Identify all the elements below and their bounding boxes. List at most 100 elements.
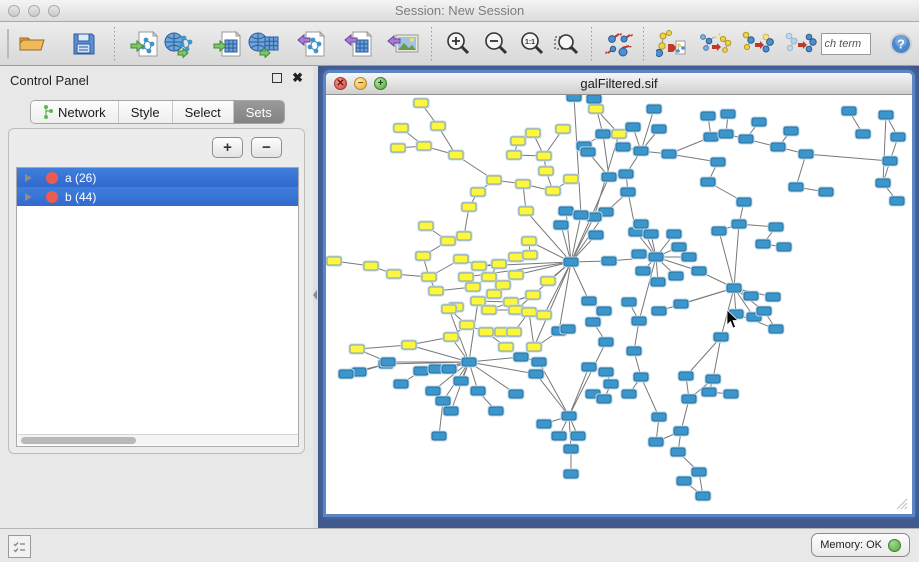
graph-node-blue[interactable] (622, 390, 636, 398)
task-history-button[interactable] (8, 535, 31, 558)
set-list-item[interactable]: b (44) (17, 187, 298, 206)
search-input[interactable] (821, 33, 871, 55)
graph-node-blue[interactable] (652, 125, 666, 133)
network-window-minimize-icon[interactable]: − (354, 77, 367, 90)
graph-node-blue[interactable] (669, 272, 683, 280)
graph-node-blue[interactable] (769, 223, 783, 231)
graph-node-yellow[interactable] (471, 188, 485, 196)
graph-node-yellow[interactable] (519, 207, 533, 215)
graph-node-yellow[interactable] (546, 187, 560, 195)
graph-node-yellow[interactable] (526, 291, 540, 299)
tab-sets[interactable]: Sets (234, 101, 284, 123)
tab-select[interactable]: Select (173, 101, 234, 123)
network-window-close-icon[interactable]: ✕ (334, 77, 347, 90)
graph-node-blue[interactable] (662, 150, 676, 158)
graph-node-yellow[interactable] (516, 180, 530, 188)
collapse-arrow-icon[interactable] (313, 290, 317, 300)
add-set-button[interactable]: + (212, 137, 243, 158)
graph-node-yellow[interactable] (539, 167, 553, 175)
network-graph[interactable] (326, 95, 910, 512)
graph-node-blue[interactable] (667, 230, 681, 238)
graph-node-yellow[interactable] (482, 273, 496, 281)
graph-node-blue[interactable] (432, 432, 446, 440)
open-session-button[interactable] (15, 27, 48, 61)
graph-node-blue[interactable] (712, 227, 726, 235)
graph-node-yellow[interactable] (509, 271, 523, 279)
graph-node-yellow[interactable] (444, 333, 458, 341)
graph-node-yellow[interactable] (449, 151, 463, 159)
select-first-neighbors-button[interactable] (698, 27, 732, 61)
graph-node-yellow[interactable] (457, 232, 471, 240)
graph-node-blue[interactable] (644, 230, 658, 238)
graph-node-yellow[interactable] (431, 122, 445, 130)
graph-node-yellow[interactable] (416, 252, 430, 260)
graph-node-blue[interactable] (564, 445, 578, 453)
graph-node-blue[interactable] (537, 420, 551, 428)
graph-node-blue[interactable] (509, 390, 523, 398)
graph-node-yellow[interactable] (541, 277, 555, 285)
export-image-button[interactable] (386, 27, 419, 61)
graph-node-yellow[interactable] (387, 270, 401, 278)
graph-node-blue[interactable] (604, 380, 618, 388)
expand-selection-button[interactable] (741, 27, 775, 61)
graph-node-blue[interactable] (552, 432, 566, 440)
graph-node-blue[interactable] (559, 207, 573, 215)
sets-list[interactable]: a (26)b (44) (16, 167, 299, 447)
tab-network[interactable]: Network (31, 101, 119, 123)
window-close-button[interactable] (8, 5, 20, 17)
memory-status-button[interactable]: Memory: OK (811, 533, 910, 557)
graph-node-blue[interactable] (757, 307, 771, 315)
graph-node-blue[interactable] (719, 130, 733, 138)
graph-node-blue[interactable] (529, 370, 543, 378)
graph-node-blue[interactable] (876, 179, 890, 187)
graph-node-blue[interactable] (561, 325, 575, 333)
graph-node-yellow[interactable] (441, 237, 455, 245)
graph-node-yellow[interactable] (496, 281, 510, 289)
graph-node-blue[interactable] (602, 257, 616, 265)
zoom-out-button[interactable] (479, 27, 512, 61)
graph-node-blue[interactable] (587, 95, 601, 103)
graph-node-blue[interactable] (442, 365, 456, 373)
export-table-button[interactable] (342, 27, 375, 61)
graph-node-yellow[interactable] (482, 306, 496, 314)
graph-node-blue[interactable] (554, 221, 568, 229)
graph-node-yellow[interactable] (471, 297, 485, 305)
window-resize-grip[interactable] (896, 498, 908, 510)
graph-node-blue[interactable] (582, 297, 596, 305)
graph-node-yellow[interactable] (417, 142, 431, 150)
close-panel-icon[interactable]: ✖ (292, 73, 303, 83)
graph-node-blue[interactable] (596, 130, 610, 138)
graph-node-yellow[interactable] (394, 124, 408, 132)
graph-node-yellow[interactable] (442, 305, 456, 313)
graph-node-blue[interactable] (789, 183, 803, 191)
graph-node-yellow[interactable] (492, 260, 506, 268)
graph-node-yellow[interactable] (454, 255, 468, 263)
graph-node-blue[interactable] (842, 107, 856, 115)
graph-node-yellow[interactable] (429, 287, 443, 295)
graph-node-blue[interactable] (671, 448, 685, 456)
graph-node-blue[interactable] (674, 300, 688, 308)
graph-node-yellow[interactable] (419, 222, 433, 230)
graph-node-blue[interactable] (737, 198, 751, 206)
graph-node-blue[interactable] (632, 317, 646, 325)
import-table-url-button[interactable] (247, 27, 280, 61)
graph-node-blue[interactable] (339, 370, 353, 378)
graph-node-blue[interactable] (626, 123, 640, 131)
graph-node-yellow[interactable] (472, 262, 486, 270)
graph-node-blue[interactable] (856, 130, 870, 138)
graph-node-blue[interactable] (732, 220, 746, 228)
graph-node-blue[interactable] (704, 133, 718, 141)
expander-triangle-icon[interactable] (25, 193, 32, 201)
graph-node-yellow[interactable] (422, 273, 436, 281)
graph-node-yellow[interactable] (522, 237, 536, 245)
graph-node-blue[interactable] (702, 388, 716, 396)
graph-node-blue[interactable] (621, 188, 635, 196)
graph-node-blue[interactable] (622, 298, 636, 306)
network-window-titlebar[interactable]: ✕ − + galFiltered.sif (326, 73, 912, 95)
graph-node-blue[interactable] (891, 133, 905, 141)
network-view-window[interactable]: ✕ − + galFiltered.sif (326, 73, 912, 514)
graph-node-blue[interactable] (581, 148, 595, 156)
graph-node-blue[interactable] (744, 292, 758, 300)
graph-node-blue[interactable] (771, 143, 785, 151)
graph-node-yellow[interactable] (537, 311, 551, 319)
